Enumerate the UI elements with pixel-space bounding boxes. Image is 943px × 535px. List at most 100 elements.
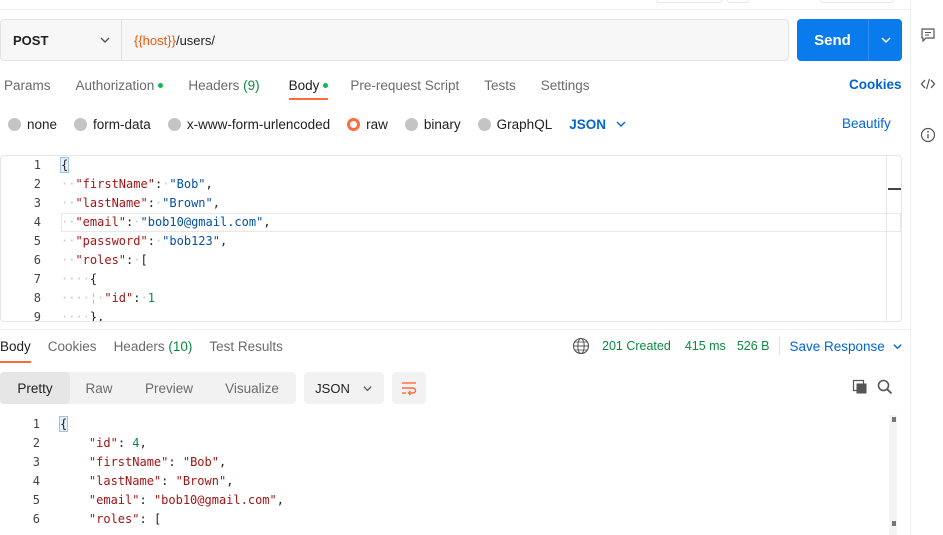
radio-circle bbox=[8, 117, 21, 131]
tab-test-results[interactable]: Test Results bbox=[209, 339, 283, 354]
globe-icon[interactable] bbox=[572, 337, 590, 355]
save-response-label: Save Response bbox=[789, 338, 885, 354]
top-control-stub[interactable] bbox=[727, 0, 749, 3]
scrollbar-thumb[interactable] bbox=[888, 188, 901, 190]
tab-label: Tests bbox=[484, 77, 516, 93]
line-number: 1 bbox=[32, 417, 40, 431]
top-control-stub[interactable] bbox=[820, 0, 894, 3]
cookies-link[interactable]: Cookies bbox=[849, 77, 902, 92]
method-select[interactable]: POST bbox=[1, 20, 122, 60]
line-number: 3 bbox=[32, 455, 40, 469]
response-scrollbar-track[interactable] bbox=[889, 415, 897, 535]
status-code[interactable]: 201 Created bbox=[602, 339, 671, 353]
radio-form-data[interactable]: form-data bbox=[74, 117, 151, 132]
radio-label: form-data bbox=[93, 116, 151, 132]
line-number: 5 bbox=[32, 493, 40, 507]
copy-icon[interactable] bbox=[852, 379, 868, 395]
line-number: 8 bbox=[33, 291, 41, 305]
url-input[interactable]: {{host}}/users/ bbox=[122, 20, 788, 60]
beautify-button[interactable]: Beautify bbox=[842, 116, 891, 131]
line-number: 2 bbox=[33, 177, 41, 191]
comments-icon[interactable] bbox=[919, 26, 937, 44]
radio-label: raw bbox=[366, 116, 388, 132]
response-time[interactable]: 415 ms bbox=[685, 339, 726, 353]
line-number: 9 bbox=[33, 310, 41, 322]
body-language-select[interactable]: JSON bbox=[569, 117, 627, 132]
response-language-select[interactable]: JSON bbox=[304, 372, 384, 404]
code-line: "roles": [ bbox=[88, 512, 162, 526]
response-tabs: Body Cookies Headers (10) Test Results bbox=[0, 334, 283, 363]
tab-settings[interactable]: Settings bbox=[541, 78, 590, 93]
radio-graphql[interactable]: GraphQL bbox=[477, 117, 552, 132]
status-dot bbox=[323, 82, 329, 88]
radio-raw[interactable]: raw bbox=[347, 117, 388, 132]
send-button[interactable]: Send bbox=[797, 19, 869, 61]
chevron-down-icon bbox=[616, 121, 626, 127]
wrap-lines-button[interactable] bbox=[392, 372, 426, 404]
radio-x-www-form-urlencoded[interactable]: x-www-form-urlencoded bbox=[167, 116, 331, 132]
view-raw[interactable]: Raw bbox=[70, 372, 128, 404]
tab-tests[interactable]: Tests bbox=[484, 78, 516, 93]
tab-label: Settings bbox=[540, 77, 590, 93]
response-size[interactable]: 526 B bbox=[737, 339, 770, 353]
response-meta: 201 Created 415 ms 526 B Save Response bbox=[572, 337, 903, 355]
tab-response-body[interactable]: Body bbox=[0, 338, 31, 363]
tab-label: Body bbox=[288, 77, 320, 93]
request-body-editor[interactable]: 1 { 2 ··"firstName":·"Bob", 3 ··"lastName":… bbox=[0, 155, 902, 322]
code-line: { bbox=[58, 416, 69, 432]
view-pretty[interactable]: Pretty bbox=[0, 372, 70, 404]
top-control-stub[interactable] bbox=[656, 0, 722, 3]
code-line: "lastName": "Brown", bbox=[88, 474, 234, 488]
request-bar: POST {{host}}/users/ bbox=[0, 19, 789, 61]
tab-label: Authorization bbox=[75, 77, 155, 93]
response-body-viewer[interactable]: 1 { 2 "id": 4, 3 "firstName": "Bob", 4 "l… bbox=[0, 415, 910, 535]
code-line: ··"lastName":·"Brown", bbox=[61, 196, 220, 210]
tab-response-cookies[interactable]: Cookies bbox=[48, 339, 97, 354]
save-response-button[interactable]: Save Response bbox=[789, 339, 902, 354]
language-label: JSON bbox=[569, 116, 606, 132]
radio-label: x-www-form-urlencoded bbox=[186, 116, 331, 132]
info-icon[interactable] bbox=[919, 126, 937, 144]
pane-divider[interactable] bbox=[0, 329, 910, 330]
line-number: 6 bbox=[32, 512, 40, 526]
code-icon[interactable] bbox=[919, 75, 937, 93]
radio-label: binary bbox=[423, 116, 461, 132]
tab-label: Headers bbox=[113, 338, 165, 354]
tab-label: Cookies bbox=[47, 338, 97, 354]
radio-circle bbox=[404, 117, 418, 131]
tab-pre-request-script[interactable]: Pre-request Script bbox=[350, 78, 459, 93]
code-line: { bbox=[59, 157, 70, 173]
code-line: ··"email":·"bob10@gmail.com", bbox=[61, 215, 271, 229]
tab-authorization[interactable]: Authorization bbox=[76, 78, 164, 93]
method-label: POST bbox=[13, 32, 49, 48]
scroll-down-arrow[interactable] bbox=[892, 521, 896, 526]
tab-headers[interactable]: Headers (9) bbox=[188, 78, 259, 93]
tab-body[interactable]: Body bbox=[288, 77, 329, 100]
right-sidebar bbox=[910, 0, 943, 535]
code-line: ··"firstName":·"Bob", bbox=[61, 177, 213, 191]
tab-response-headers[interactable]: Headers (10) bbox=[114, 339, 193, 354]
radio-circle bbox=[74, 117, 88, 131]
tab-params[interactable]: Params bbox=[4, 78, 51, 93]
radio-circle-selected bbox=[347, 117, 361, 131]
radio-circle bbox=[167, 117, 181, 131]
code-line: ····¦·"id":·1 bbox=[61, 291, 155, 305]
language-label: JSON bbox=[315, 380, 350, 396]
chevron-down-icon bbox=[893, 343, 902, 349]
body-type-options: none form-data x-www-form-urlencoded raw… bbox=[8, 113, 627, 135]
radio-none[interactable]: none bbox=[8, 117, 57, 132]
view-preview[interactable]: Preview bbox=[128, 372, 210, 404]
tab-label: Pre-request Script bbox=[350, 77, 460, 93]
tab-label: Params bbox=[4, 77, 51, 93]
send-options-button[interactable] bbox=[869, 19, 902, 61]
tab-label: Body bbox=[0, 338, 31, 354]
line-number: 6 bbox=[33, 253, 41, 267]
view-mode-toggle: Pretty Raw Preview Visualize bbox=[0, 372, 296, 404]
view-visualize[interactable]: Visualize bbox=[210, 372, 294, 404]
search-icon[interactable] bbox=[877, 379, 893, 395]
scroll-up-arrow[interactable] bbox=[892, 417, 896, 422]
send-button-group: Send bbox=[797, 19, 902, 61]
editor-scrollbar-track[interactable] bbox=[886, 156, 887, 321]
headers-count: (10) bbox=[168, 338, 193, 354]
radio-binary[interactable]: binary bbox=[404, 116, 461, 132]
